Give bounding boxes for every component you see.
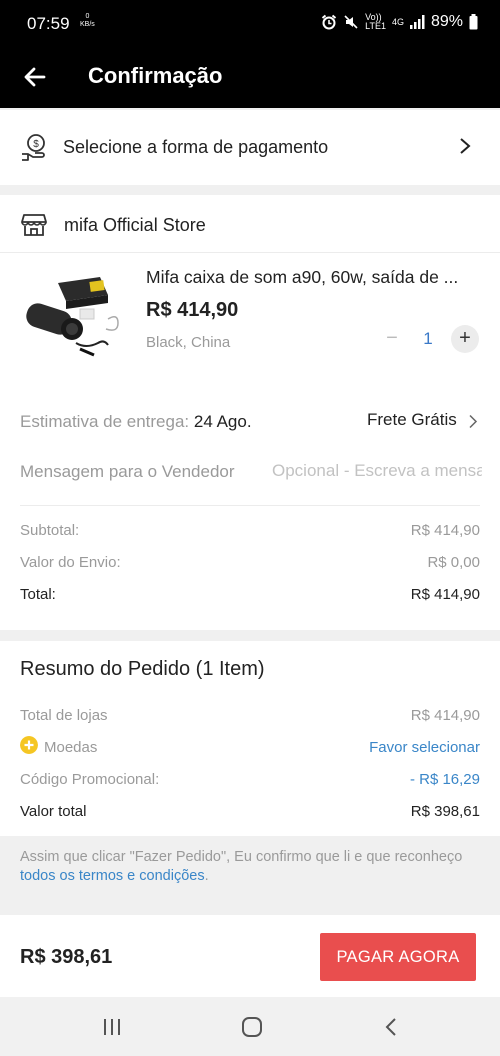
subtotal-row: Subtotal: R$ 414,90 [20, 522, 480, 539]
coins-select-link[interactable]: Favor selecionar [369, 739, 480, 756]
divider [20, 505, 480, 506]
stores-total-value: R$ 414,90 [410, 707, 480, 724]
coins-row[interactable]: Moedas Favor selecionar [44, 739, 480, 756]
quantity-decrease-button[interactable]: − [378, 325, 406, 353]
network-speed: 0 KB/s [80, 13, 95, 28]
terms-notice: Assim que clicar "Fazer Pedido", Eu conf… [0, 836, 500, 896]
chevron-right-icon[interactable] [468, 414, 478, 429]
back-nav-icon[interactable] [380, 1015, 404, 1039]
store-order-card: mifa Official Store Mifa caixa de som a9… [0, 195, 500, 630]
product-price: R$ 414,90 [146, 299, 239, 321]
home-icon[interactable] [240, 1015, 264, 1039]
store-icon [21, 214, 47, 236]
order-summary-card: Resumo do Pedido (1 Item) Total de lojas… [0, 641, 500, 836]
shipping-option[interactable]: Frete Grátis [367, 410, 457, 430]
grand-total-row: Valor total R$ 398,61 [20, 803, 480, 820]
store-total-value: R$ 414,90 [410, 586, 480, 603]
recent-apps-icon[interactable] [100, 1015, 124, 1039]
signal-icon [409, 15, 425, 29]
coin-icon [20, 736, 38, 754]
pay-now-button[interactable]: PAGAR AGORA [320, 933, 476, 981]
seller-message-label: Mensagem para o Vendedor [20, 462, 235, 481]
status-icons: Vo)) LTE1 4G 89% [321, 13, 478, 31]
checkout-total: R$ 398,61 [20, 946, 113, 968]
chevron-right-icon [460, 138, 471, 154]
order-summary-title: Resumo do Pedido (1 Item) [20, 658, 265, 680]
shipping-cost-row: Valor do Envio: R$ 0,00 [20, 554, 480, 571]
grand-total-value: R$ 398,61 [410, 803, 480, 820]
promo-discount-value[interactable]: - R$ 16,29 [410, 771, 480, 788]
battery-percent: 89% [430, 13, 463, 30]
svg-text:$: $ [33, 139, 39, 150]
quantity-increase-button[interactable]: + [451, 325, 479, 353]
product-title[interactable]: Mifa caixa de som a90, 60w, saída de ... [146, 267, 481, 288]
product-image[interactable] [20, 265, 130, 370]
status-time: 07:59 [27, 14, 70, 33]
alarm-icon [321, 14, 337, 30]
payment-hand-icon: $ [22, 134, 45, 161]
stores-total-row: Total de lojas R$ 414,90 [20, 707, 480, 724]
store-total-row: Total: R$ 414,90 [20, 586, 480, 603]
app-header: Confirmação [0, 48, 500, 108]
page-title: Confirmação [88, 63, 223, 88]
terms-link[interactable]: todos os termos e condições [20, 868, 205, 884]
promo-code-row[interactable]: Código Promocional: - R$ 16,29 [20, 771, 480, 788]
network-type: 4G [391, 16, 404, 27]
delivery-estimate: Estimativa de entrega: 24 Ago. [20, 412, 252, 431]
product-variant: Black, China [146, 334, 231, 351]
subtotal-value: R$ 414,90 [410, 522, 480, 539]
battery-icon [469, 14, 478, 30]
volte-indicator: Vo)) LTE1 [365, 12, 386, 31]
back-arrow-icon[interactable] [20, 62, 50, 92]
seller-message-input[interactable] [272, 458, 482, 484]
store-name[interactable]: mifa Official Store [64, 215, 206, 236]
delivery-date: 24 Ago. [193, 412, 252, 431]
mute-icon [344, 15, 358, 29]
status-bar: 07:59 0 KB/s Vo)) LTE1 4G 89% [0, 0, 500, 48]
divider [0, 252, 500, 253]
system-nav-bar [0, 997, 500, 1056]
shipping-cost-value: R$ 0,00 [427, 554, 480, 571]
quantity-value: 1 [423, 329, 433, 348]
payment-method-label: Selecione a forma de pagamento [63, 137, 329, 157]
payment-method-selector[interactable]: $ Selecione a forma de pagamento [0, 110, 500, 185]
checkout-bar: R$ 398,61 PAGAR AGORA [0, 915, 500, 997]
